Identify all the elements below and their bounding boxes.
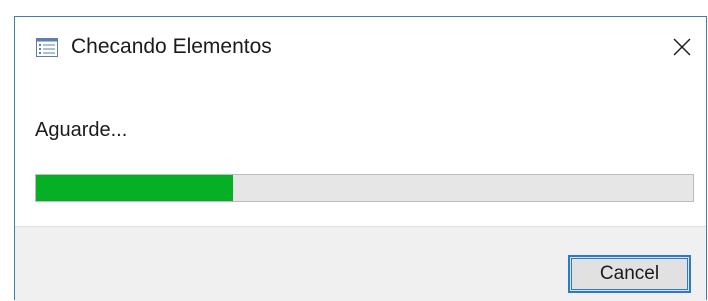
progress-bar [35, 174, 694, 202]
progress-fill [36, 175, 234, 201]
wait-message: Aguarde... [35, 119, 128, 141]
close-icon [673, 38, 691, 56]
cancel-button[interactable]: Cancel [568, 255, 691, 293]
close-button[interactable] [660, 17, 706, 77]
list-window-icon [36, 38, 58, 57]
window-title: Checando Elementos [71, 35, 272, 58]
progress-dialog: Checando Elementos Aguarde... Cancel [14, 16, 707, 301]
dialog-footer: Cancel [15, 226, 706, 301]
title-bar[interactable]: Checando Elementos [15, 17, 706, 79]
